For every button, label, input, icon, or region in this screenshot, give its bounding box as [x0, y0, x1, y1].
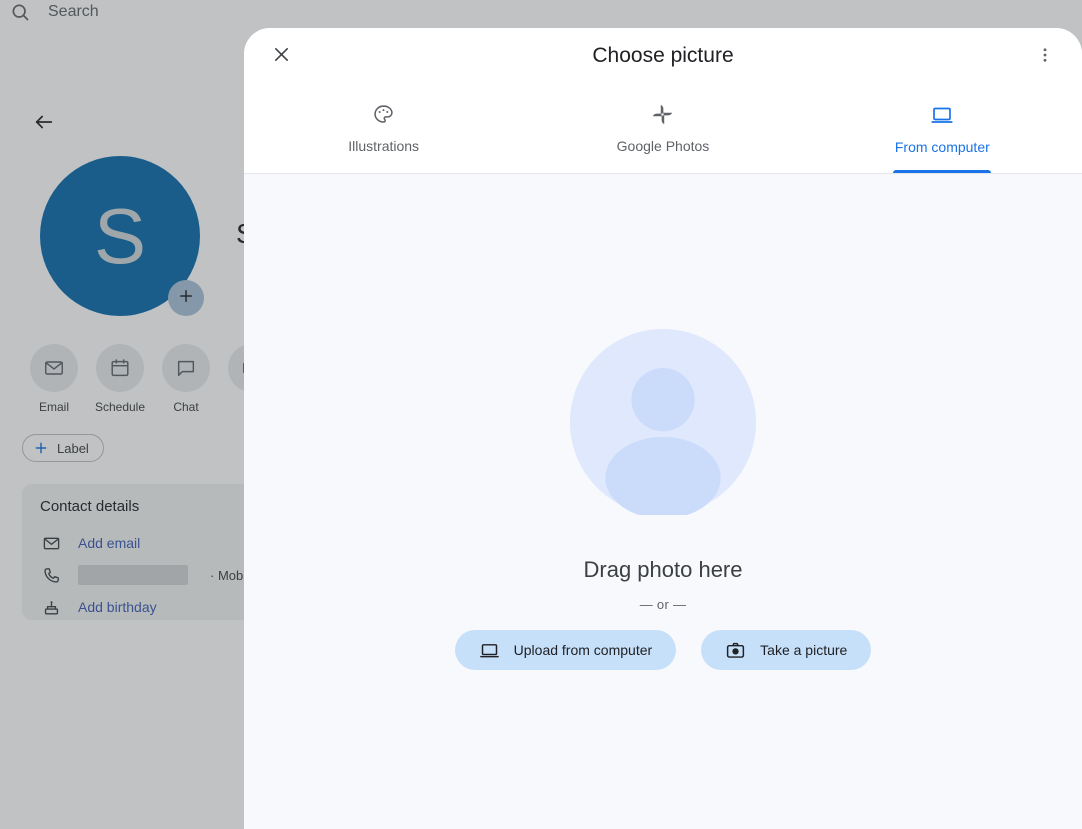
more-vert-icon: [1036, 46, 1054, 69]
close-button[interactable]: [264, 40, 298, 74]
tab-underline: [335, 170, 433, 173]
tab-google-photos[interactable]: Google Photos: [523, 84, 802, 173]
palette-icon: [372, 103, 395, 131]
or-separator-text: — or —: [639, 597, 687, 612]
dialog-header: Choose picture: [244, 28, 1082, 84]
tab-underline: [893, 170, 992, 173]
more-options-button[interactable]: [1028, 40, 1062, 74]
close-icon: [271, 44, 292, 70]
dialog-action-buttons: Upload from computer Take a picture: [454, 630, 872, 670]
laptop-icon: [930, 103, 954, 132]
tab-underline: [614, 170, 712, 173]
tab-label: Illustrations: [348, 138, 420, 154]
button-label: Take a picture: [760, 642, 848, 658]
person-placeholder-icon: [570, 329, 756, 519]
drag-photo-text: Drag photo here: [583, 557, 743, 582]
laptop-icon: [479, 640, 500, 661]
google-photos-icon: [651, 103, 674, 131]
choose-picture-dialog: Choose picture Illustrations Google Phot…: [244, 28, 1082, 829]
camera-icon: [725, 640, 746, 661]
screen: S S Email: [0, 0, 1082, 829]
tab-illustrations[interactable]: Illustrations: [244, 84, 523, 173]
dialog-body[interactable]: Drag photo here — or — Upload from compu…: [244, 174, 1082, 829]
tab-label: From computer: [894, 138, 990, 155]
dialog-title: Choose picture: [592, 44, 734, 67]
dialog-tabs: Illustrations Google Photos From compute…: [244, 84, 1082, 174]
tab-from-computer[interactable]: From computer: [803, 84, 1082, 173]
take-a-picture-button[interactable]: Take a picture: [701, 630, 872, 670]
button-label: Upload from computer: [513, 642, 653, 658]
upload-from-computer-button[interactable]: Upload from computer: [454, 630, 677, 670]
tab-label: Google Photos: [616, 138, 710, 154]
